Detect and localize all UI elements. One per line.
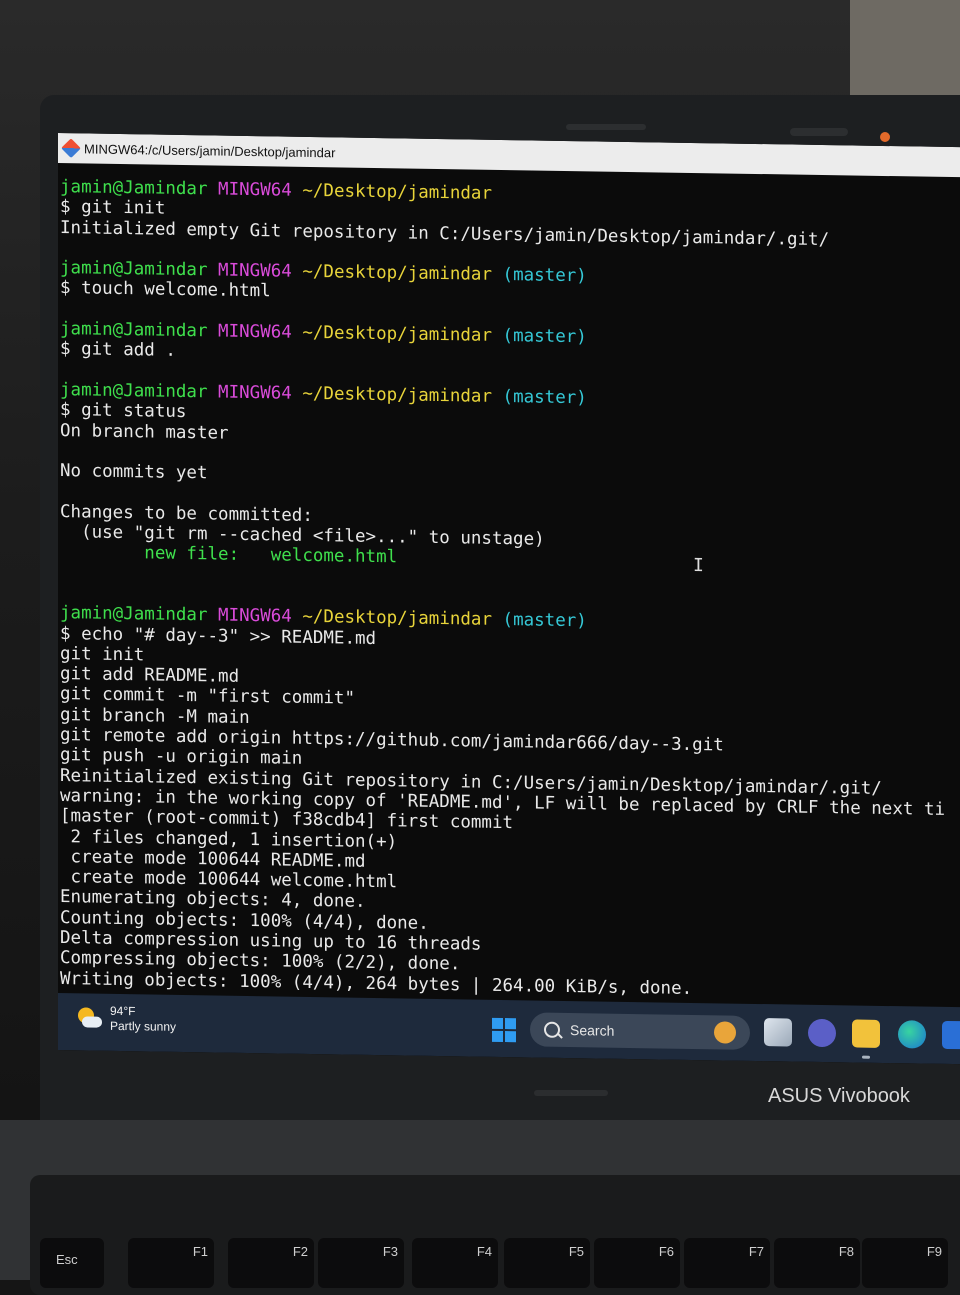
prompt-path: ~/Desktop/jamindar [291,606,492,631]
taskbar-search[interactable]: Search [530,1012,750,1050]
edge-icon[interactable] [898,1020,926,1049]
terminal-text: $ git init [60,197,166,219]
terminal-text: On branch master [60,420,229,444]
key-label: F9 [926,1244,942,1259]
terminal-text: $ touch welcome.html [60,278,271,302]
weather-desc: Partly sunny [110,1018,177,1034]
git-bash-icon [61,138,81,159]
prompt-user: jamin@Jamindar [60,380,208,403]
key-f1[interactable]: F1 [128,1238,214,1288]
key-label: F1 [192,1244,208,1259]
prompt-user: jamin@Jamindar [60,603,208,626]
terminal-text: git init [60,643,145,666]
key-f6[interactable]: F6 [594,1238,680,1288]
terminal-text: git add README.md [60,664,240,687]
key-label: F4 [476,1244,492,1259]
window-title: MINGW64:/c/Users/jamin/Desktop/jamindar [84,140,336,160]
search-label: Search [570,1022,615,1039]
prompt-branch: (master) [492,265,587,287]
terminal-output[interactable]: jamin@Jamindar MINGW64 ~/Desktop/jaminda… [60,177,960,1011]
partly-sunny-icon [76,1007,102,1029]
search-icon [544,1021,560,1038]
key-f7[interactable]: F7 [684,1238,770,1288]
prompt-branch: (master) [492,610,587,632]
key-f2[interactable]: F2 [228,1238,314,1288]
prompt-path: ~/Desktop/jamindar [291,322,492,346]
key-label: F2 [292,1244,308,1259]
lid-hinge [534,1090,608,1096]
key-f4[interactable]: F4 [412,1238,498,1288]
prompt-sys: MINGW64 [207,382,292,404]
laptop-brand: ASUS Vivobook [768,1085,910,1107]
laptop-screen: MINGW64:/c/Users/jamin/Desktop/jamindar … [58,133,960,1065]
webcam-light-icon [880,132,890,142]
file-explorer-icon[interactable] [852,1019,880,1048]
key-label: F5 [568,1244,584,1259]
webcam-bar [566,124,646,130]
weather-widget[interactable]: 94°F Partly sunny [76,1003,176,1035]
terminal-text: git branch -M main [60,704,250,728]
prompt-user: jamin@Jamindar [60,319,208,342]
prompt-sys: MINGW64 [207,321,292,343]
key-f9[interactable]: F9 [862,1238,948,1288]
prompt-branch: (master) [492,325,587,348]
prompt-path: ~/Desktop/jamindar [291,383,492,407]
running-indicator [862,1055,870,1059]
windows-start-icon[interactable] [492,1017,516,1043]
key-label: F7 [748,1244,764,1259]
prompt-sys: MINGW64 [207,260,292,282]
key-f3[interactable]: F3 [318,1238,404,1288]
prompt-user: jamin@Jamindar [60,258,208,281]
terminal-text: $ git status [60,400,187,423]
search-highlight-icon [714,1021,736,1044]
key-label: Esc [56,1252,78,1267]
prompt-path: ~/Desktop/jamindar [291,180,492,204]
key-f8[interactable]: F8 [774,1238,860,1288]
terminal-text: $ git add . [60,339,176,362]
webcam-shutter [790,128,848,136]
app-icon[interactable] [942,1020,960,1050]
key-label: F6 [658,1244,674,1259]
key-esc[interactable]: Esc [40,1238,104,1288]
prompt-sys: MINGW64 [207,605,292,627]
weather-temp: 94°F [110,1003,136,1019]
key-f5[interactable]: F5 [504,1238,590,1288]
prompt-path: ~/Desktop/jamindar [291,261,492,286]
key-label: F8 [838,1244,854,1259]
prompt-branch: (master) [492,386,587,409]
teams-icon[interactable] [808,1018,836,1048]
key-label: F3 [382,1244,398,1259]
prompt-sys: MINGW64 [207,179,292,201]
prompt-user: jamin@Jamindar [60,177,208,200]
terminal-text: No commits yet [60,461,208,484]
task-view-icon[interactable] [764,1018,792,1047]
ibeam-cursor-icon: I [693,554,704,577]
